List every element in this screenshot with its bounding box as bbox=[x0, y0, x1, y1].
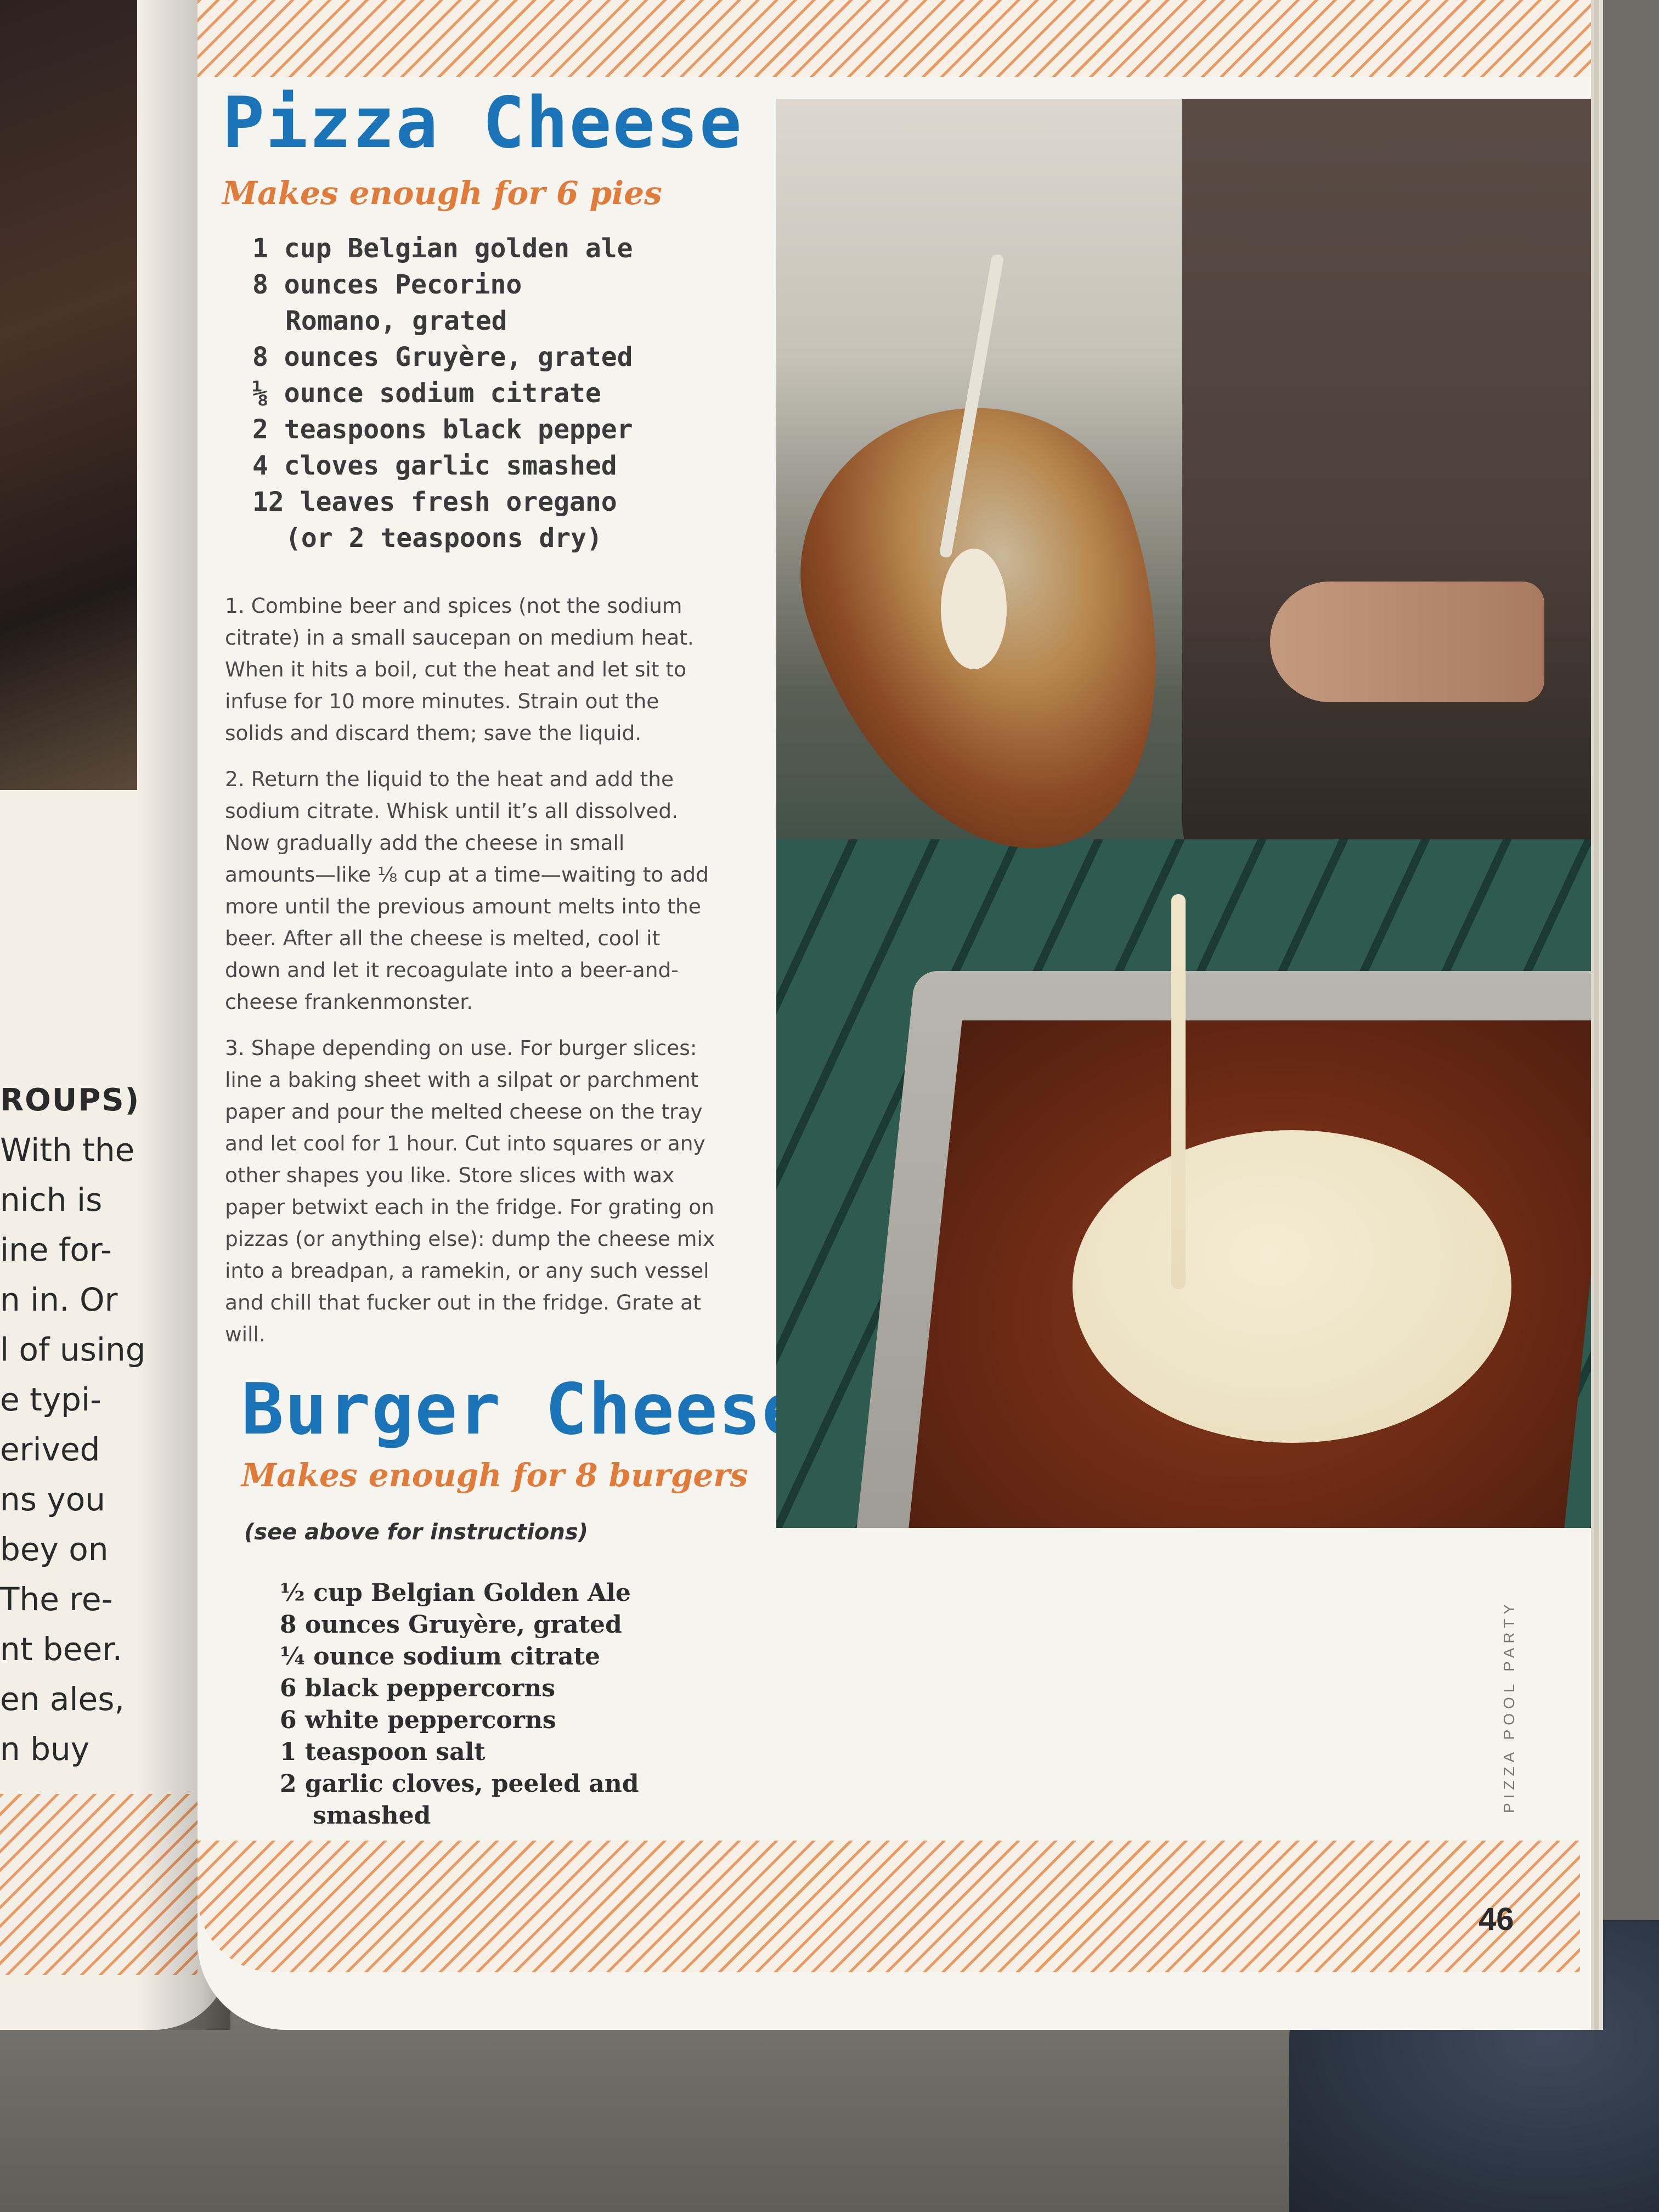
ingredient: 2 teaspoons black pepper bbox=[252, 414, 633, 445]
ingredient: ⅛ ounce sodium citrate bbox=[252, 378, 601, 409]
left-page-line: erived bbox=[0, 1431, 100, 1468]
photo-person bbox=[1182, 99, 1591, 889]
burger-ingredient-list: ½ cup Belgian Golden Ale 8 ounces Gruyèr… bbox=[280, 1577, 675, 1832]
ingredient: ½ cup Belgian Golden Ale bbox=[280, 1579, 631, 1607]
ingredient: ¼ ounce sodium citrate bbox=[280, 1643, 600, 1671]
left-page-photo bbox=[0, 0, 137, 790]
pizza-cheese-yield: Makes enough for 6 pies bbox=[222, 174, 662, 212]
left-page-text: ROUPS) With the nich is ine for- n in. O… bbox=[0, 1075, 143, 1774]
left-page-line: n in. Or bbox=[0, 1281, 118, 1318]
ingredient: 12 leaves fresh oregano (or 2 teaspoons … bbox=[252, 487, 617, 554]
running-head: PIZZA POOL PARTY bbox=[1500, 1600, 1517, 1813]
left-page-line: en ales, bbox=[0, 1680, 125, 1718]
ingredient: 4 cloves garlic smashed bbox=[252, 450, 617, 481]
step-1: 1. Combine beer and spices (not the sodi… bbox=[225, 594, 694, 745]
photo-cheese-drip bbox=[1171, 894, 1186, 1289]
left-page-line: The re- bbox=[0, 1581, 113, 1618]
photo-hand bbox=[1270, 582, 1544, 702]
left-page-line: nt beer. bbox=[0, 1630, 123, 1668]
ingredient: 8 ounces Gruyère, grated bbox=[280, 1611, 622, 1639]
pizza-cheese-title: Pizza Cheese bbox=[222, 82, 743, 164]
pizza-steps: 1. Combine beer and spices (not the sodi… bbox=[225, 590, 719, 1364]
burger-instructions-note: (see above for instructions) bbox=[244, 1520, 588, 1545]
left-page-line: l of using bbox=[0, 1331, 143, 1368]
step-2: 2. Return the liquid to the heat and add… bbox=[225, 767, 709, 1014]
step-3: 3. Shape depending on use. For burger sl… bbox=[225, 1036, 715, 1346]
right-page: Pizza Cheese Makes enough for 6 pies 1 c… bbox=[198, 0, 1591, 2030]
left-page-line: e typi- bbox=[0, 1381, 102, 1418]
left-page-line: ROUPS) bbox=[0, 1082, 140, 1118]
photo-spoon-bowl bbox=[941, 549, 1007, 669]
left-page-line: nich is bbox=[0, 1181, 103, 1218]
left-page-line: ns you bbox=[0, 1481, 105, 1518]
ingredient: 1 teaspoon salt bbox=[280, 1738, 486, 1766]
ingredient: 8 ounces Pecorino Romano, grated bbox=[252, 269, 522, 336]
burger-cheese-title: Burger Cheese bbox=[241, 1369, 805, 1451]
ingredient: 6 white peppercorns bbox=[280, 1706, 556, 1734]
left-page-line: bey on bbox=[0, 1531, 109, 1568]
left-page-line: n buy bbox=[0, 1730, 90, 1768]
burger-cheese-yield: Makes enough for 8 burgers bbox=[241, 1457, 748, 1494]
photo-melted-cheese bbox=[1073, 1130, 1511, 1443]
pizza-ingredient-list: 1 cup Belgian golden ale 8 ounces Pecori… bbox=[252, 230, 647, 556]
ingredient: 8 ounces Gruyère, grated bbox=[252, 342, 633, 373]
page-number: 46 bbox=[1479, 1901, 1514, 1937]
left-page-line: ine for- bbox=[0, 1231, 112, 1268]
cheese-pouring-photo bbox=[776, 99, 1591, 1528]
top-stripe-band bbox=[198, 0, 1591, 77]
ingredient: 1 cup Belgian golden ale bbox=[252, 233, 633, 264]
bottom-stripe-band bbox=[198, 1841, 1580, 1972]
ingredient: 6 black peppercorns bbox=[280, 1674, 556, 1702]
ingredient: 2 garlic cloves, peeled and smashed bbox=[280, 1770, 639, 1830]
left-page-line: With the bbox=[0, 1131, 135, 1169]
